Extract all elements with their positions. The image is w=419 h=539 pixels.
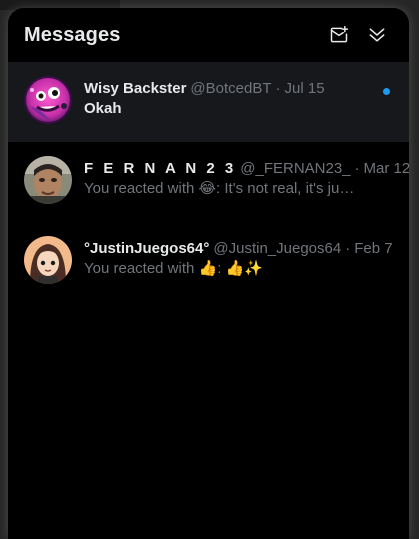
conversation-item[interactable]: °JustinJuegos64° @Justin_Juegos64 · Feb … bbox=[8, 222, 409, 302]
display-name[interactable]: Wisy Backster bbox=[84, 79, 186, 99]
messages-drawer: Messages Wisy Backster @BotcedBT · Jul 1… bbox=[8, 8, 409, 539]
conversation-body: Wisy Backster @BotcedBT · Jul 15 Okah bbox=[84, 76, 393, 119]
separator-dot: · bbox=[345, 240, 351, 257]
conversation-body: F E R N A N 2 3 @_FERNAN23_ · Mar 12 You… bbox=[84, 156, 409, 199]
messages-header[interactable]: Messages bbox=[8, 8, 409, 62]
conversation-item[interactable]: Wisy Backster @BotcedBT · Jul 15 Okah bbox=[8, 62, 409, 142]
collapse-drawer-button[interactable] bbox=[361, 19, 393, 51]
conversation-body: °JustinJuegos64° @Justin_Juegos64 · Feb … bbox=[84, 236, 393, 279]
conversation-item[interactable]: F E R N A N 2 3 @_FERNAN23_ · Mar 12 You… bbox=[8, 142, 409, 222]
messages-title: Messages bbox=[24, 23, 121, 46]
conversation-meta: F E R N A N 2 3 @_FERNAN23_ · Mar 12 bbox=[84, 159, 409, 179]
message-preview: You reacted with 👍: 👍✨ bbox=[84, 260, 263, 277]
pink-creature-avatar-icon bbox=[24, 76, 72, 124]
unread-indicator bbox=[383, 88, 390, 95]
anime-girl-avatar-icon bbox=[24, 236, 72, 284]
double-chevron-down-icon bbox=[369, 28, 385, 42]
envelope-plus-icon bbox=[330, 25, 349, 43]
avatar[interactable] bbox=[24, 156, 72, 204]
separator-dot: · bbox=[354, 160, 360, 177]
message-date[interactable]: Mar 12 bbox=[364, 159, 409, 179]
avatar[interactable] bbox=[24, 236, 72, 284]
conversation-meta: °JustinJuegos64° @Justin_Juegos64 · Feb … bbox=[84, 239, 393, 259]
display-name[interactable]: °JustinJuegos64° bbox=[84, 239, 209, 259]
conversation-meta: Wisy Backster @BotcedBT · Jul 15 bbox=[84, 79, 393, 99]
new-message-button[interactable] bbox=[323, 19, 355, 51]
separator-dot: · bbox=[275, 80, 281, 97]
avatar[interactable] bbox=[24, 76, 72, 124]
user-handle: @BotcedBT bbox=[190, 80, 272, 97]
header-actions bbox=[323, 19, 393, 51]
user-handle: @_FERNAN23_ bbox=[240, 160, 351, 177]
message-date[interactable]: Feb 7 bbox=[354, 239, 392, 259]
man-face-avatar-icon bbox=[24, 156, 72, 204]
message-preview: You reacted with 😂: It's not real, it's … bbox=[84, 180, 360, 197]
display-name[interactable]: F E R N A N 2 3 bbox=[84, 159, 236, 179]
user-handle: @Justin_Juegos64 bbox=[213, 240, 342, 257]
message-date[interactable]: Jul 15 bbox=[285, 79, 325, 99]
message-preview: Okah bbox=[84, 100, 122, 117]
